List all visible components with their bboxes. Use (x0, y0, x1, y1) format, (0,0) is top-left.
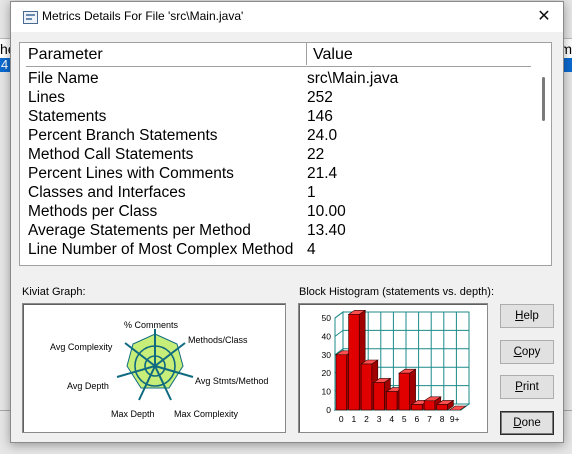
value-cell: 22 (307, 146, 325, 163)
close-button[interactable]: ✕ (531, 6, 557, 28)
parameter-cell: File Name (28, 70, 99, 87)
value-cell: 24.0 (307, 127, 338, 144)
app-window-icon (23, 11, 38, 24)
kiviat-graph-label: Kiviat Graph: (22, 286, 86, 298)
parameter-cell: Average Statements per Method (28, 222, 251, 239)
table-header: Parameter Value (26, 43, 531, 67)
parameter-cell: Line Number of Most Complex Method (28, 241, 294, 258)
parameter-cell: Method Call Statements (28, 146, 194, 163)
kiviat-axis-label: Methods/Class (188, 335, 248, 345)
table-body: File Name src\Main.java Lines 252 Statemen… (20, 69, 535, 259)
background-row-text: 4 (1, 57, 9, 72)
value-cell: 1 (307, 184, 316, 201)
kiviat-axis-label: Avg Stmts/Method (195, 376, 268, 386)
histogram-x-tick-label: 0 (339, 414, 344, 424)
histogram-bar (423, 400, 436, 411)
histogram-x-tick-label: 2 (364, 414, 369, 424)
histogram-label: Block Histogram (statements vs. depth): (299, 286, 495, 298)
block-histogram-chart: 010203040500 1 2 3 4 5 6 7 8 9+ (322, 309, 471, 424)
help-button-label-rest: elp (523, 310, 539, 322)
kiviat-axis-label: Max Depth (111, 409, 155, 419)
histogram-y-tick-label: 50 (322, 313, 332, 323)
histogram-y-tick-label: 0 (326, 405, 331, 415)
histogram-bar (373, 382, 385, 411)
kiviat-axis-label: Avg Complexity (50, 342, 113, 352)
value-cell: 21.4 (307, 165, 338, 182)
parameter-cell: Methods per Class (28, 203, 158, 220)
table-row[interactable]: Percent Branch Statements 24.0 (20, 126, 535, 145)
parameter-cell: Percent Lines with Comments (28, 165, 234, 182)
print-button[interactable]: Print (500, 375, 554, 399)
kiviat-graph-panel: % Comments Methods/Class Avg Stmts/Metho… (22, 303, 286, 433)
histogram-x-tick-label: 7 (427, 414, 432, 424)
histogram-x-tick-label: 8 (440, 414, 445, 424)
value-cell: 146 (307, 108, 333, 125)
kiviat-axis-label: % Comments (124, 320, 179, 330)
print-button-accesskey: P (515, 381, 523, 393)
vertical-scroll-thumb[interactable] (542, 77, 545, 121)
histogram-x-tick-label: 4 (389, 414, 394, 424)
histogram-y-tick-label: 20 (322, 368, 332, 378)
help-button[interactable]: Help (500, 304, 554, 328)
value-cell: src\Main.java (307, 70, 399, 87)
background-selected-row-right (564, 58, 572, 72)
table-row[interactable]: Average Statements per Method 13.40 (20, 221, 535, 240)
kiviat-graph: % Comments Methods/Class Avg Stmts/Metho… (50, 320, 268, 419)
value-cell: 4 (307, 241, 316, 258)
histogram-y-tick-label: 40 (322, 331, 332, 341)
background-selected-row: 4 (0, 57, 10, 72)
column-header-value[interactable]: Value (313, 46, 353, 64)
value-cell: 10.00 (307, 203, 346, 220)
histogram-x-tick-label: 6 (415, 414, 420, 424)
histogram-bar (398, 372, 410, 411)
table-row[interactable]: Line Number of Most Complex Method 4 (20, 240, 535, 259)
dialog-title: Metrics Details For File 'src\Main.java' (42, 9, 244, 23)
column-header-parameter[interactable]: Parameter (28, 46, 103, 64)
histogram-x-tick-label: 5 (402, 414, 407, 424)
table-row[interactable]: Percent Lines with Comments 21.4 (20, 164, 535, 183)
histogram-y-tick-label: 30 (322, 350, 332, 360)
table-row[interactable]: Methods per Class 10.00 (20, 202, 535, 221)
table-row[interactable]: Classes and Interfaces 1 (20, 183, 535, 202)
vertical-scrollbar[interactable] (537, 69, 551, 265)
done-button-label-rest: one (521, 417, 541, 429)
histogram-bar (335, 354, 347, 411)
title-bar[interactable]: Metrics Details For File 'src\Main.java'… (11, 2, 563, 32)
histogram-y-tick-label: 10 (322, 387, 332, 397)
done-button-accesskey: D (513, 417, 522, 429)
histogram-bar (360, 363, 373, 411)
histogram-bar (411, 404, 423, 411)
table-row[interactable]: Lines 252 (20, 88, 535, 107)
kiviat-axis-label: Avg Depth (67, 381, 109, 391)
column-divider[interactable] (306, 43, 307, 65)
parameter-cell: Statements (28, 108, 107, 125)
histogram-bar (386, 391, 398, 411)
histogram-bar (436, 404, 448, 411)
histogram-bar (348, 314, 360, 411)
value-cell: 252 (307, 89, 333, 106)
table-row[interactable]: Statements 146 (20, 107, 535, 126)
histogram-x-tick-label: 1 (352, 414, 357, 424)
parameter-cell: Lines (28, 89, 66, 106)
histogram-x-tick-label: 3 (377, 414, 382, 424)
done-button[interactable]: Done (500, 411, 554, 435)
metrics-dialog: Metrics Details For File 'src\Main.java'… (10, 1, 564, 443)
table-row[interactable]: File Name src\Main.java (20, 69, 535, 88)
copy-button-accesskey: C (513, 346, 522, 358)
kiviat-axis-label: Max Complexity (174, 409, 239, 419)
table-row[interactable]: Method Call Statements 22 (20, 145, 535, 164)
histogram-panel: 0 10 20 30 40 50 0 1 2 3 4 5 6 7 8 9+ (298, 303, 488, 433)
histogram-x-tick-label: 9+ (450, 414, 460, 424)
copy-button-label-rest: opy (521, 346, 541, 358)
copy-button[interactable]: Copy (500, 340, 554, 364)
value-cell: 13.40 (307, 222, 346, 239)
parameter-cell: Percent Branch Statements (28, 127, 218, 144)
print-button-label-rest: rint (522, 381, 539, 393)
metrics-table[interactable]: Parameter Value File Name src\Main.java L… (19, 42, 552, 266)
parameter-cell: Classes and Interfaces (28, 184, 186, 201)
